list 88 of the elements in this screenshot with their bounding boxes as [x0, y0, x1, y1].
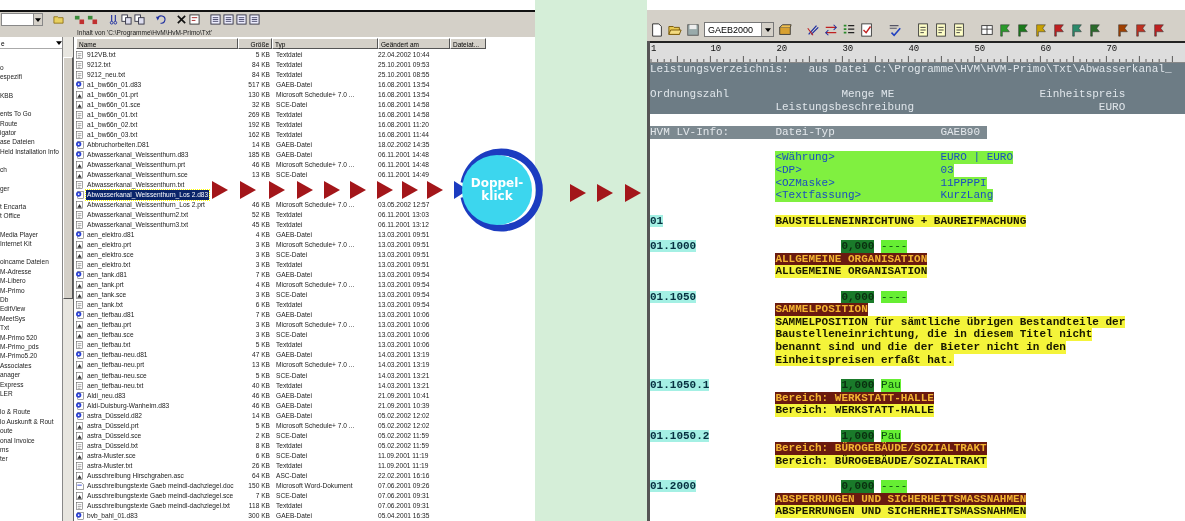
column-label: Leistungsbeschreibung [775, 100, 916, 114]
view-mode-icon[interactable] [223, 14, 234, 25]
short-text: ALLGEMEINE ORGANISATION [775, 252, 928, 266]
quantity: 0,000 [841, 480, 875, 493]
flag-icon[interactable] [1052, 22, 1066, 37]
ordinal-number: 01.1000 [650, 239, 697, 252]
unit: Pau [881, 379, 901, 392]
short-text: Bereich: WERKSTATT-HALLE [775, 391, 934, 405]
table-icon[interactable] [980, 22, 994, 37]
arrow-icon [377, 181, 393, 199]
ruler-number: 60 [1040, 44, 1052, 54]
quantity: 0,000 [841, 239, 875, 253]
folder-tree-icon[interactable] [74, 14, 85, 25]
cut-icon[interactable] [108, 14, 119, 25]
caret-icon [56, 41, 62, 45]
arrow-icon [350, 181, 366, 199]
quantity: 1,000 [841, 429, 875, 443]
arrow-icon [269, 181, 285, 199]
arrow-icon [240, 181, 256, 199]
arrow-icon [402, 181, 418, 199]
ruler-number: 50 [974, 44, 986, 54]
flag-icon[interactable] [1070, 22, 1084, 37]
arrow-icon [625, 184, 641, 202]
swap-arrows-icon[interactable] [824, 22, 838, 37]
arrow-icon [427, 181, 443, 199]
ruler-number: 1 [651, 44, 657, 54]
ordinal-number: 01.2000 [650, 480, 697, 493]
header-title: Leistungsverzeichnis: [650, 63, 790, 76]
format-dropdown[interactable]: GAEB2000 [704, 22, 774, 37]
column-label: Menge ME [841, 88, 896, 101]
flag-icon[interactable] [1116, 22, 1130, 37]
ruler-number: 30 [842, 44, 854, 54]
flag-icon[interactable] [998, 22, 1012, 37]
ordinal-number: 01 [650, 214, 664, 227]
ordinal-number: 01.1050 [650, 290, 697, 303]
arrow-icon [212, 181, 228, 199]
flag-icon[interactable] [1088, 22, 1102, 37]
flag-icon[interactable] [1134, 22, 1148, 37]
view-mode-icon[interactable] [249, 14, 260, 25]
short-text: SAMMELPOSITION [775, 303, 868, 316]
arrow-icon [297, 181, 313, 199]
view-mode-icon[interactable] [236, 14, 247, 25]
unit: Pau [881, 429, 901, 443]
drive-dropdown[interactable] [1, 13, 43, 26]
ruler-number: 10 [710, 44, 722, 54]
caret-icon [35, 17, 41, 22]
quantity: 1,000 [841, 379, 875, 392]
list-icon[interactable] [842, 22, 856, 37]
ruler-number: 40 [908, 44, 920, 54]
flag-icon[interactable] [1016, 22, 1030, 37]
flag-icon[interactable] [1034, 22, 1048, 37]
flag-icon[interactable] [1152, 22, 1166, 37]
properties-icon[interactable] [189, 14, 200, 25]
copy-icon[interactable] [121, 14, 132, 25]
delete-icon[interactable] [176, 14, 187, 25]
page-icon[interactable] [916, 22, 930, 37]
column-label: Einheitspreis [1039, 88, 1126, 101]
arrow-icon [570, 184, 586, 202]
title-text: BAUSTELLENEINRICHTUNG + BAUREIFMACHUNG [775, 214, 1027, 228]
folder-tree-icon[interactable] [87, 14, 98, 25]
ordinal-number: 01.1050.2 [650, 429, 710, 442]
ruler-number: 70 [1106, 44, 1118, 54]
page-icon[interactable] [934, 22, 948, 37]
ruler-number: 20 [776, 44, 788, 54]
scrollbar[interactable] [63, 37, 74, 521]
source-file-path: aus Datei C:\Programme\HVM\HVM-Primo\Txt\Abwasserkanal_ [808, 63, 1172, 76]
undo-icon[interactable] [155, 14, 166, 25]
column-label: EURO [1098, 100, 1126, 114]
view-mode-icon[interactable] [210, 14, 221, 25]
unit: ---- [881, 290, 908, 304]
page-icon[interactable] [952, 22, 966, 37]
column-label: Ordnungszahl [650, 88, 731, 101]
save-icon[interactable] [686, 22, 700, 37]
arrow-icon [597, 184, 613, 202]
info-row: HVM LV-Info: Datei-Typ GAEB90 [650, 126, 987, 139]
copy-icon[interactable] [134, 14, 145, 25]
unit: ---- [881, 239, 908, 253]
ordinal-number: 01.1050.1 [650, 379, 710, 391]
short-text: Bereich: BÜROGEBÄUDE/SOZIALTRAKT [775, 442, 987, 455]
spellcheck-icon[interactable] [888, 22, 902, 37]
arrow-icon [324, 181, 340, 199]
unit: ---- [881, 480, 908, 493]
caret-icon [764, 27, 771, 32]
quantity: 0,000 [841, 290, 875, 304]
checklist-icon[interactable] [860, 22, 874, 37]
box-icon[interactable] [778, 22, 792, 37]
new-document-icon[interactable] [650, 22, 664, 37]
short-text: ABSPERRUNGEN UND SICHERHEITSMASSNAHMEN [775, 492, 1027, 506]
